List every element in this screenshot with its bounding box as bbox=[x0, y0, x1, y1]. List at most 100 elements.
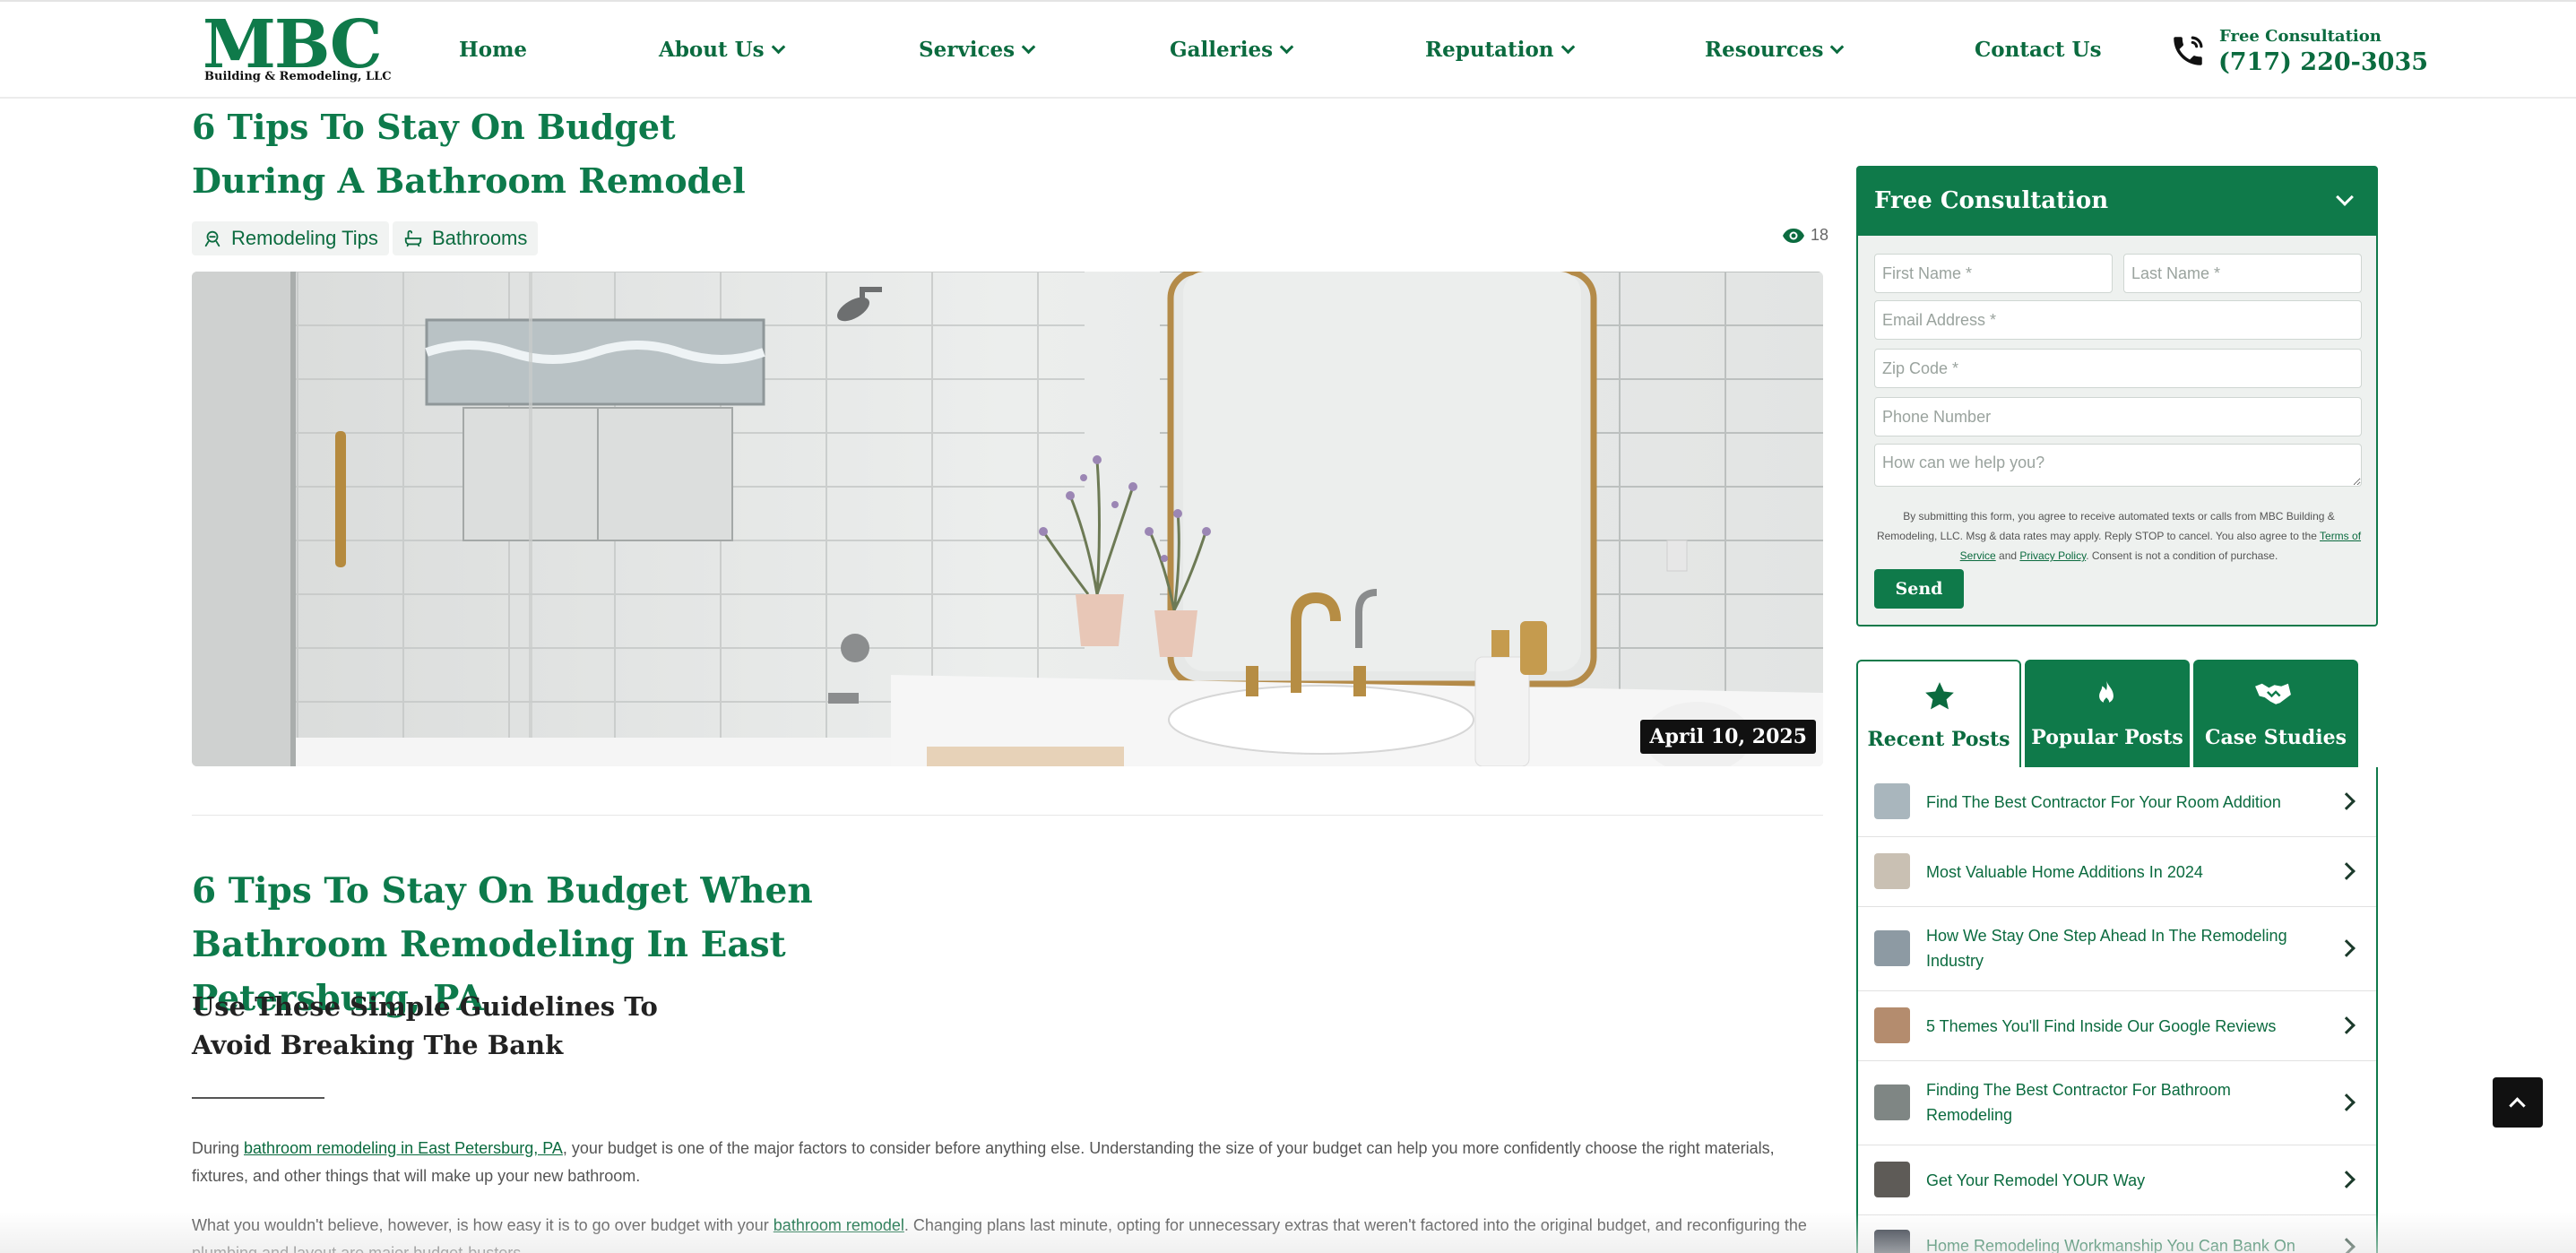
phone-number[interactable]: (717) 220-3035 bbox=[2218, 48, 2428, 76]
post-link[interactable]: Get Your Remodel YOUR Way bbox=[1926, 1168, 2321, 1193]
bathtub-icon bbox=[404, 229, 422, 247]
bathroom-photo bbox=[192, 272, 1823, 766]
post-date-badge: April 10, 2025 bbox=[1640, 720, 1816, 754]
bathroom-remodel-link[interactable]: bathroom remodel bbox=[774, 1216, 904, 1234]
back-to-top-button[interactable] bbox=[2493, 1077, 2543, 1128]
chevron-right-icon bbox=[2338, 1016, 2356, 1034]
tab-recent-posts[interactable]: Recent Posts bbox=[1856, 660, 2021, 769]
disclaimer-text: . Consent is not a condition of purchase… bbox=[2086, 549, 2278, 562]
post-link[interactable]: Finding The Best Contractor For Bathroom… bbox=[1926, 1077, 2321, 1128]
nav-label: Services bbox=[919, 38, 1016, 62]
bathroom-remodeling-link[interactable]: bathroom remodeling in East Petersburg, … bbox=[244, 1139, 563, 1157]
list-item[interactable]: Find The Best Contractor For Your Room A… bbox=[1858, 767, 2376, 837]
nav-reputation[interactable]: Reputation bbox=[1425, 38, 1575, 62]
first-name-field[interactable] bbox=[1874, 254, 2113, 293]
flame-icon bbox=[2099, 680, 2114, 705]
post-thumbnail bbox=[1874, 853, 1910, 889]
chevron-down-icon bbox=[1830, 39, 1845, 54]
article-paragraph: During bathroom remodeling in East Peter… bbox=[192, 1135, 1823, 1190]
chevron-down-icon bbox=[1560, 39, 1575, 54]
tab-label: Popular Posts bbox=[2031, 726, 2183, 749]
post-thumbnail bbox=[1874, 1084, 1910, 1120]
eye-icon bbox=[1783, 228, 1804, 243]
article-paragraph: What you wouldn't believe, however, is h… bbox=[192, 1212, 1823, 1253]
chevron-up-icon bbox=[2509, 1097, 2526, 1114]
form-disclaimer: By submitting this form, you agree to re… bbox=[1874, 506, 2364, 566]
chevron-down-icon bbox=[1021, 39, 1036, 54]
zip-code-field[interactable] bbox=[1874, 349, 2362, 388]
view-count: 18 bbox=[1782, 226, 1828, 245]
post-title: 6 Tips To Stay On Budget During A Bathro… bbox=[192, 107, 746, 201]
handshake-icon bbox=[2255, 683, 2291, 704]
form-title: Free Consultation bbox=[1874, 187, 2109, 214]
view-count-value: 18 bbox=[1811, 226, 1829, 244]
send-button[interactable]: Send bbox=[1874, 569, 1964, 609]
nav-galleries[interactable]: Galleries bbox=[1170, 38, 1294, 62]
chevron-right-icon bbox=[2338, 939, 2356, 957]
chevron-down-icon bbox=[771, 39, 785, 54]
nav-label: Reputation bbox=[1425, 38, 1554, 62]
chevron-right-icon bbox=[2338, 1171, 2356, 1188]
form-header[interactable]: Free Consultation bbox=[1858, 168, 2376, 236]
tag-label: Remodeling Tips bbox=[231, 227, 378, 249]
chevron-right-icon bbox=[2338, 1238, 2356, 1253]
phone-icon bbox=[2174, 36, 2203, 65]
chevron-down-icon[interactable] bbox=[2336, 188, 2354, 206]
list-item[interactable]: Finding The Best Contractor For Bathroom… bbox=[1858, 1061, 2376, 1145]
post-link[interactable]: How We Stay One Step Ahead In The Remode… bbox=[1926, 923, 2321, 973]
nav-label: Contact Us bbox=[1975, 38, 2102, 62]
nav-about-us[interactable]: About Us bbox=[659, 38, 785, 62]
logo-subtitle: Building & Remodeling, LLC bbox=[204, 70, 392, 83]
list-item[interactable]: Most Valuable Home Additions In 2024 bbox=[1858, 837, 2376, 907]
content-divider bbox=[192, 815, 1823, 816]
chevron-right-icon bbox=[2338, 1093, 2356, 1111]
star-icon bbox=[1925, 682, 1954, 710]
list-item[interactable]: 5 Themes You'll Find Inside Our Google R… bbox=[1858, 991, 2376, 1061]
tag-remodeling-tips[interactable]: Remodeling Tips bbox=[192, 221, 389, 255]
post-thumbnail bbox=[1874, 1162, 1910, 1197]
post-link[interactable]: Home Remodeling Workmanship You Can Bank… bbox=[1926, 1233, 2321, 1253]
post-link[interactable]: 5 Themes You'll Find Inside Our Google R… bbox=[1926, 1014, 2321, 1039]
last-name-field[interactable] bbox=[2123, 254, 2362, 293]
nav-home[interactable]: Home bbox=[459, 38, 527, 62]
consultation-form: Free Consultation By submitting this for… bbox=[1856, 166, 2378, 626]
list-item[interactable]: How We Stay One Step Ahead In The Remode… bbox=[1858, 907, 2376, 991]
chevron-right-icon bbox=[2338, 862, 2356, 880]
list-item[interactable]: Home Remodeling Workmanship You Can Bank… bbox=[1858, 1215, 2376, 1253]
tab-case-studies[interactable]: Case Studies bbox=[2193, 660, 2358, 767]
tab-popular-posts[interactable]: Popular Posts bbox=[2025, 660, 2190, 767]
list-item[interactable]: Get Your Remodel YOUR Way bbox=[1858, 1145, 2376, 1215]
phone-field[interactable] bbox=[1874, 397, 2362, 436]
heading-rule bbox=[192, 1097, 324, 1099]
nav-label: Resources bbox=[1705, 38, 1824, 62]
article-subheading: Use These Simple Guidelines To Avoid Bre… bbox=[192, 991, 658, 1060]
chevron-right-icon bbox=[2338, 792, 2356, 810]
nav-contact-us[interactable]: Contact Us bbox=[1975, 38, 2102, 62]
site-header: MBC Building & Remodeling, LLC Home Abou… bbox=[0, 2, 2576, 99]
nav-services[interactable]: Services bbox=[919, 38, 1036, 62]
paragraph-text: During bbox=[192, 1139, 245, 1157]
header-phone[interactable]: Free Consultation (717) 220-3035 bbox=[2169, 25, 2428, 79]
nav-label: Galleries bbox=[1170, 38, 1274, 62]
tab-label: Case Studies bbox=[2205, 726, 2347, 749]
paragraph-text: What you wouldn't believe, however, is h… bbox=[192, 1216, 774, 1234]
disclaimer-text: and bbox=[1995, 549, 2020, 562]
tag-bathrooms[interactable]: Bathrooms bbox=[393, 221, 539, 255]
email-field[interactable] bbox=[1874, 300, 2362, 340]
nav-label: Home bbox=[459, 38, 528, 62]
phone-caption: Free Consultation bbox=[2219, 27, 2382, 46]
nav-resources[interactable]: Resources bbox=[1705, 38, 1845, 62]
privacy-link[interactable]: Privacy Policy bbox=[2019, 549, 2086, 562]
post-link[interactable]: Find The Best Contractor For Your Room A… bbox=[1926, 790, 2321, 815]
nav-label: About Us bbox=[659, 38, 765, 62]
post-link[interactable]: Most Valuable Home Additions In 2024 bbox=[1926, 860, 2321, 885]
hero-image: April 10, 2025 bbox=[192, 272, 1823, 766]
tips-icon bbox=[204, 230, 220, 247]
message-field[interactable] bbox=[1874, 444, 2362, 487]
tab-label: Recent Posts bbox=[1867, 728, 2010, 751]
post-thumbnail bbox=[1874, 930, 1910, 966]
post-thumbnail bbox=[1874, 1007, 1910, 1043]
tag-label: Bathrooms bbox=[432, 227, 528, 249]
post-thumbnail bbox=[1874, 783, 1910, 819]
site-logo[interactable]: MBC Building & Remodeling, LLC bbox=[203, 9, 392, 90]
